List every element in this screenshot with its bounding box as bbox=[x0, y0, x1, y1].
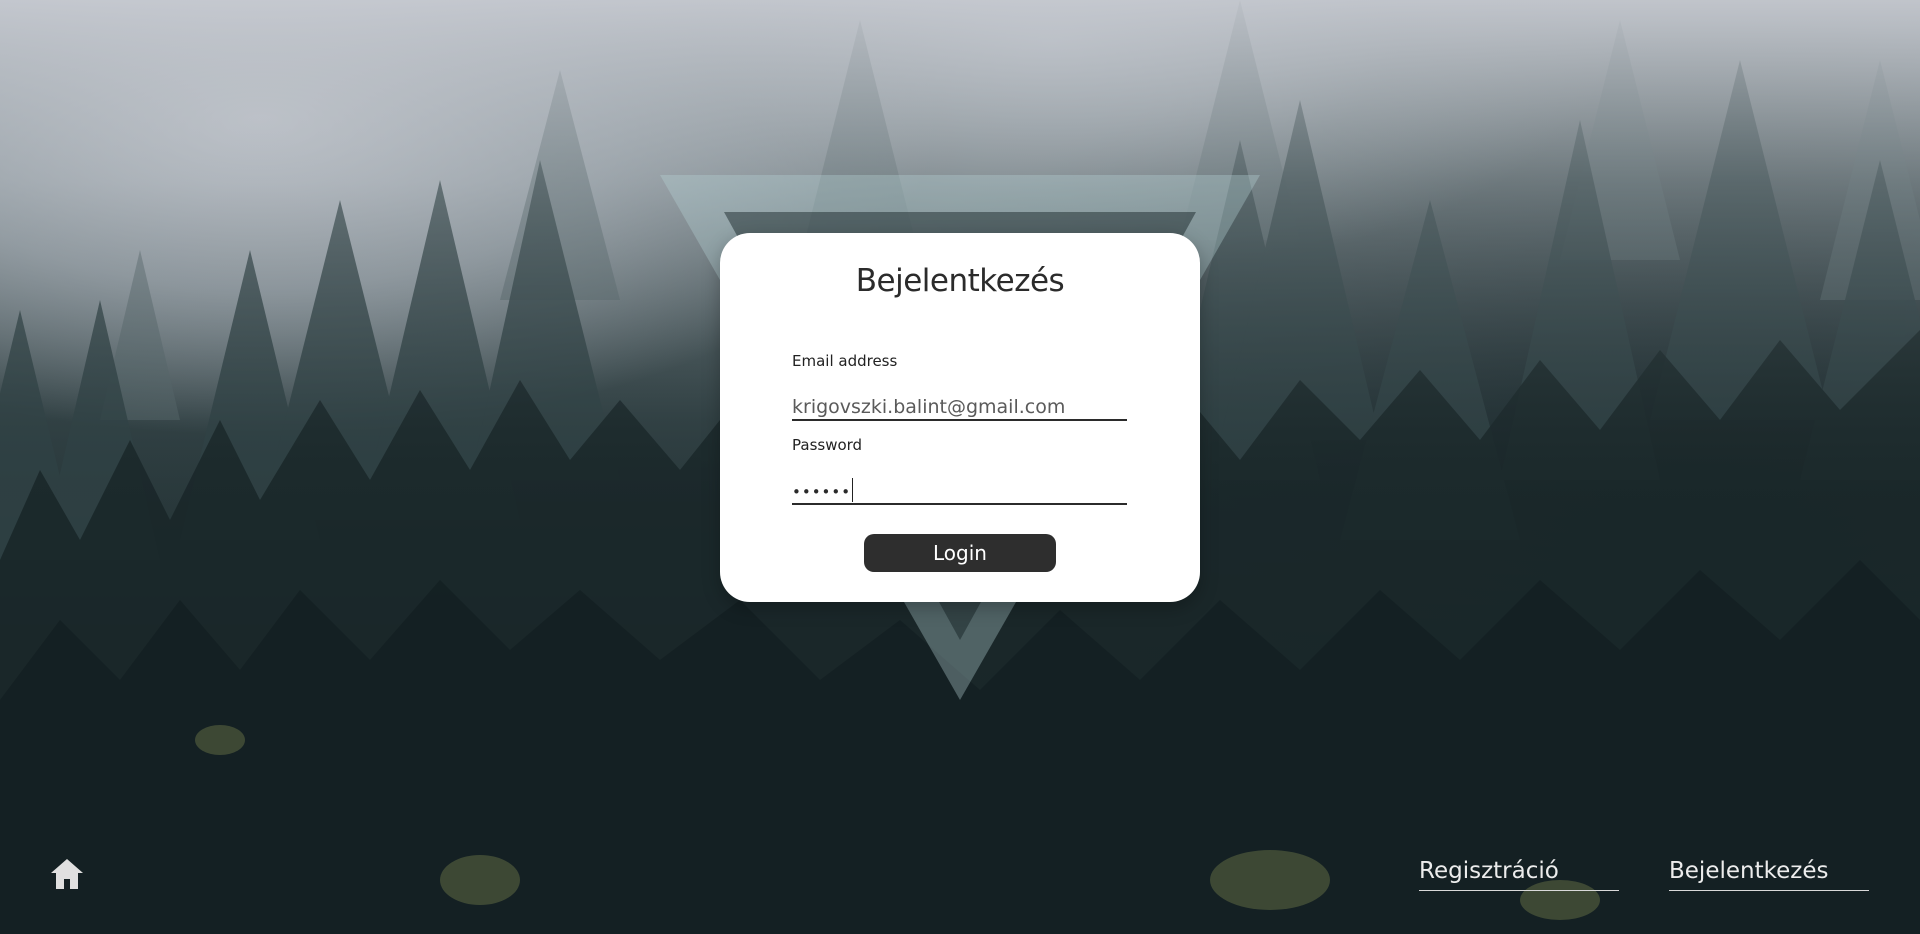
text-caret bbox=[852, 478, 854, 502]
email-label: Email address bbox=[792, 352, 898, 370]
password-value-wrap: •••••• bbox=[792, 478, 854, 502]
password-label: Password bbox=[792, 436, 863, 454]
login-button[interactable]: Login bbox=[864, 534, 1056, 572]
home-icon[interactable] bbox=[49, 856, 85, 892]
page-background: Bejelentkezés Email address krigovszki.b… bbox=[0, 0, 1920, 934]
login-title: Bejelentkezés bbox=[855, 263, 1065, 299]
login-card: Bejelentkezés Email address krigovszki.b… bbox=[720, 233, 1200, 602]
password-value: •••••• bbox=[792, 483, 852, 501]
email-field[interactable]: krigovszki.balint@gmail.com bbox=[792, 387, 1127, 421]
nav-register-link[interactable]: Regisztráció bbox=[1419, 858, 1619, 891]
email-value: krigovszki.balint@gmail.com bbox=[792, 396, 1066, 418]
password-field[interactable]: •••••• bbox=[792, 471, 1127, 505]
nav-login-link[interactable]: Bejelentkezés bbox=[1669, 858, 1869, 891]
